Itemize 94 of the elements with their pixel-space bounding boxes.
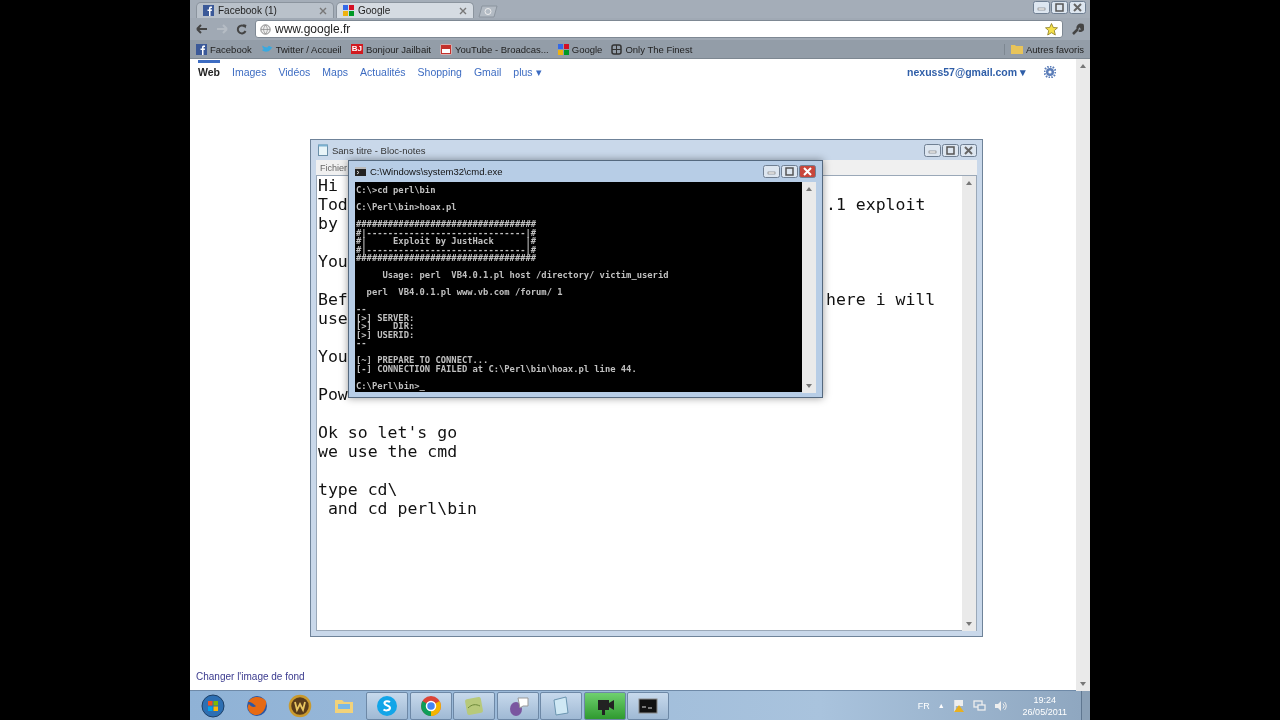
- window-title: C:\Windows\system32\cmd.exe: [370, 166, 503, 177]
- console-line: [-] CONNECTION FAILED at C:\Perl\bin\hoax.pl line 44.: [356, 364, 637, 373]
- console-line: C:\Perl\bin>_: [356, 381, 425, 390]
- console-line: [>] DIR:: [356, 322, 415, 331]
- nav-link[interactable]: Gmail: [473, 66, 502, 78]
- start-button[interactable]: [201, 693, 225, 718]
- bookmark-folder[interactable]: Autres favoris: [1003, 43, 1084, 55]
- nav-link[interactable]: Web: [198, 60, 220, 78]
- bookmark-link[interactable]: Only The Finest: [611, 43, 693, 55]
- volume-icon[interactable]: [993, 699, 1007, 712]
- text-line: use: [318, 309, 348, 328]
- fox-globe-icon: [244, 693, 269, 718]
- text-line: here i will: [826, 290, 936, 309]
- bookmark-link[interactable]: YouTube - Broadcas...: [439, 43, 549, 55]
- bookmark-link[interactable]: Facebook: [196, 43, 252, 55]
- account-link[interactable]: nexuss57@gmail.com ▾: [907, 66, 1026, 78]
- maximize-button[interactable]: [781, 165, 798, 178]
- text-line: and cd perl\bin: [326, 499, 477, 518]
- text-line: Bef: [318, 290, 348, 309]
- bookmark-badge: BJ: [350, 44, 363, 54]
- grid-icon: [611, 43, 623, 55]
- colored-squares-icon: [343, 5, 354, 16]
- wrench-icon[interactable]: [1071, 22, 1084, 36]
- console-line: C:\Perl\bin>hoax.pl: [356, 203, 457, 212]
- console-line: ##################################: [356, 220, 537, 229]
- f-logo-icon: [196, 43, 207, 55]
- minimize-button[interactable]: [1033, 1, 1050, 14]
- nav-link[interactable]: Vidéos: [278, 66, 311, 78]
- ring-icon: [418, 693, 443, 718]
- nav-link[interactable]: Actualités: [360, 66, 406, 78]
- console-line: #|------------------------------|#: [356, 228, 537, 237]
- terminal-icon: [355, 167, 366, 176]
- console-line: ##################################: [356, 254, 537, 263]
- text-line: type cd\: [318, 480, 398, 499]
- minimize-button[interactable]: [924, 143, 941, 157]
- close-icon[interactable]: [459, 6, 467, 15]
- nav-link[interactable]: plus ▾: [513, 66, 542, 78]
- text-line: by: [318, 214, 338, 233]
- nav-link[interactable]: Maps: [322, 66, 349, 78]
- folder-icon: [1010, 44, 1023, 54]
- reload-icon[interactable]: [236, 23, 247, 35]
- globe-icon: [260, 23, 271, 35]
- console-line: Usage: perl VB4.0.1.pl host /directory/ victim_userid: [381, 271, 669, 280]
- nav-link[interactable]: Images: [232, 66, 267, 78]
- console-line: [~] PREPARE TO CONNECT...: [356, 356, 489, 365]
- nav-link[interactable]: Shopping: [417, 66, 462, 78]
- flag-icon[interactable]: [952, 699, 965, 712]
- browser-tab[interactable]: Google: [336, 2, 474, 18]
- bookmark-link[interactable]: Google: [557, 43, 603, 55]
- console-line: --: [356, 305, 367, 314]
- close-button[interactable]: [799, 165, 816, 178]
- browser-tab[interactable]: Facebook (1): [196, 2, 334, 18]
- text-line: You: [318, 252, 348, 271]
- menu-item[interactable]: Fichier: [320, 162, 347, 173]
- taskbar-button[interactable]: [627, 691, 669, 720]
- address-field[interactable]: www.google.fr: [255, 20, 1063, 38]
- star-icon[interactable]: [1045, 22, 1058, 36]
- shield-icon: [288, 693, 312, 718]
- text-line: Ok so let's go: [318, 423, 458, 442]
- maximize-button[interactable]: [942, 143, 959, 157]
- network-icon[interactable]: [972, 699, 986, 712]
- console-line: #| Exploit by JustHack |#: [356, 237, 537, 246]
- new-tab-button[interactable]: [476, 5, 498, 18]
- colored-squares-icon: [557, 43, 569, 55]
- f-logo-icon: [203, 5, 214, 16]
- tv-icon: [439, 43, 452, 55]
- bookmark-link[interactable]: BJ Bonjour Jailbait: [350, 43, 431, 55]
- back-arrow-icon[interactable]: [196, 24, 208, 34]
- notepad-icon: [318, 144, 328, 156]
- console-line: perl VB4.0.1.pl www.vb.com /forum/ 1: [365, 288, 563, 297]
- minimize-button[interactable]: [763, 165, 780, 178]
- window-title: Sans titre - Bloc-notes: [332, 144, 426, 156]
- text-line: .1 exploit: [826, 195, 926, 214]
- show-desktop-button[interactable]: [1081, 691, 1090, 720]
- console-line: #|------------------------------|#: [356, 245, 537, 254]
- text-line: You: [318, 347, 348, 366]
- chat-bubble-icon: [375, 693, 399, 718]
- text-line: Tod: [318, 195, 348, 214]
- bookmark-link[interactable]: Twitter / Accueil: [260, 43, 342, 55]
- close-icon[interactable]: [319, 6, 327, 15]
- maximize-button[interactable]: [1051, 1, 1068, 14]
- text-line: we use the cmd: [318, 442, 458, 461]
- close-button[interactable]: [1069, 1, 1086, 14]
- console-line: --: [356, 339, 367, 348]
- text-line: Hi: [318, 176, 338, 195]
- taskbar-button[interactable]: [583, 691, 626, 720]
- close-button[interactable]: [960, 143, 977, 157]
- console-line: [>] SERVER:: [356, 313, 415, 322]
- console-line: [>] USERID:: [356, 330, 415, 339]
- console-line: C:\>cd perl\bin: [356, 186, 436, 195]
- settings-icon[interactable]: [1044, 66, 1056, 78]
- taskbar-button[interactable]: [496, 691, 539, 720]
- change-background-link[interactable]: Changer l'image de fond: [196, 671, 305, 682]
- text-line: Pow: [318, 385, 348, 404]
